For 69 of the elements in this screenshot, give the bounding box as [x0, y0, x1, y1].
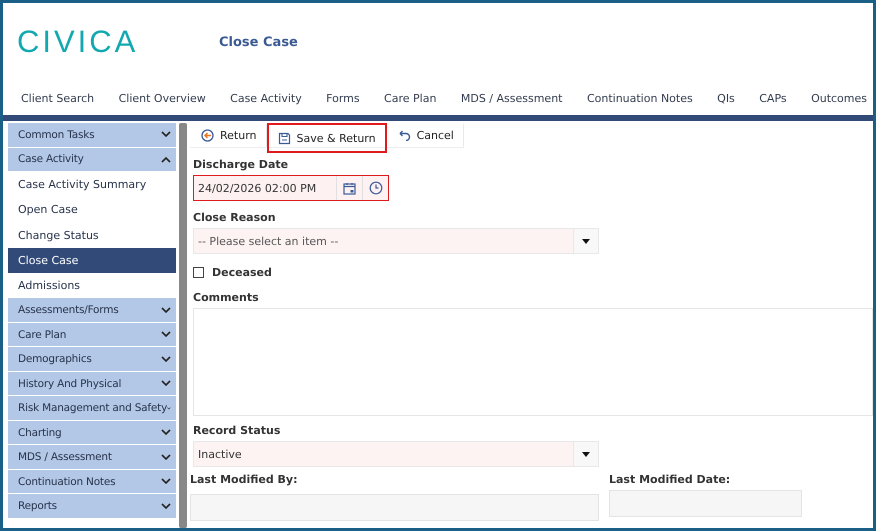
chevron-down-icon: [160, 478, 171, 486]
sidebar-item[interactable]: Close Case: [8, 248, 176, 274]
select-field[interactable]: Inactive: [193, 441, 599, 467]
sidebar-group-label: Charting: [18, 426, 62, 439]
date-input[interactable]: 24/02/2026 02:00 PM: [194, 176, 336, 200]
chevron-down-icon: [160, 454, 171, 461]
chevron-down-icon: [160, 131, 171, 138]
field-label: Comments: [193, 291, 260, 304]
scrollbar[interactable]: [178, 123, 187, 528]
logo: CIVICA: [17, 24, 140, 60]
nav-link[interactable]: QIs: [717, 92, 735, 104]
sidebar-group-label: Assessments/Forms: [18, 304, 119, 316]
sidebar-group[interactable]: Reports: [8, 494, 176, 519]
field-label: Record Status: [193, 424, 282, 437]
nav-link[interactable]: Continuation Notes: [586, 92, 693, 104]
field-label: Close Reason: [193, 211, 277, 224]
caret-down-icon: [582, 238, 590, 244]
comments-field[interactable]: [193, 308, 873, 416]
date-picker[interactable]: 24/02/2026 02:00 PM: [193, 175, 389, 201]
sidebar-group[interactable]: Demographics: [8, 347, 176, 372]
sidebar-group-label: Common Tasks: [18, 128, 94, 141]
field-label: Discharge Date: [193, 158, 290, 171]
sidebar-group[interactable]: Charting: [8, 420, 176, 446]
sidebar-group-label: Reports: [18, 500, 57, 512]
chevron-down-icon: [160, 331, 171, 338]
chevron-down-icon: [160, 429, 171, 436]
sidebar-group[interactable]: History And Physical: [8, 372, 176, 396]
dropdown-button[interactable]: [573, 229, 598, 253]
save-icon: [278, 132, 291, 144]
nav-link[interactable]: Case Activity: [230, 92, 302, 104]
back-arrow-icon: [201, 129, 214, 142]
nav-link[interactable]: Client Overview: [118, 92, 206, 104]
toolbar-button[interactable]: Save & Return: [266, 123, 387, 153]
chevron-up-icon: [160, 156, 171, 163]
checkbox[interactable]: [193, 267, 204, 278]
chevron-down-icon: [160, 502, 171, 510]
checkbox-label: Deceased: [212, 266, 272, 279]
sidebar-group-label: MDS / Assessment: [18, 451, 112, 464]
nav-link[interactable]: Forms: [326, 92, 360, 104]
sidebar-group[interactable]: Continuation Notes: [8, 470, 176, 494]
nav-link[interactable]: CAPs: [759, 92, 787, 104]
dropdown-button[interactable]: [573, 442, 598, 466]
field-label: Last Modified Date:: [609, 473, 732, 486]
undo-icon: [398, 130, 411, 141]
nav-link[interactable]: Client Search: [21, 92, 94, 104]
sidebar-group-label: Continuation Notes: [18, 476, 116, 488]
toolbar-button[interactable]: Cancel: [386, 123, 464, 148]
select-field[interactable]: -- Please select an item --: [193, 228, 599, 254]
chevron-down-icon: [160, 380, 171, 388]
sidebar-group[interactable]: Common Tasks: [8, 123, 176, 148]
page-title: Close Case: [219, 34, 298, 50]
sidebar-group[interactable]: Care Plan: [8, 322, 176, 348]
nav-link[interactable]: Care Plan: [384, 92, 436, 104]
chevron-down-icon: [160, 306, 171, 314]
field-label: Last Modified By:: [190, 473, 298, 486]
nav-link[interactable]: Outcomes: [811, 92, 867, 104]
nav-link[interactable]: MDS / Assessment: [460, 92, 562, 104]
sidebar-group-label: Demographics: [18, 353, 92, 366]
caret-down-icon: [582, 452, 590, 456]
sidebar-group-label: Case Activity: [18, 153, 84, 166]
sidebar-group[interactable]: MDS / Assessment: [8, 445, 176, 470]
sidebar-group[interactable]: Risk Management and Safety: [8, 396, 176, 421]
sidebar-group-label: Care Plan: [18, 328, 66, 341]
sidebar-group[interactable]: Case Activity: [8, 148, 176, 172]
sidebar-group-label: History And Physical: [18, 378, 122, 390]
sidebar-group[interactable]: Assessments/Forms: [8, 298, 176, 323]
sidebar-group-label: Risk Management and Safety: [18, 402, 168, 414]
toolbar-button[interactable]: Return: [190, 123, 267, 148]
chevron-down-icon: [160, 356, 171, 363]
